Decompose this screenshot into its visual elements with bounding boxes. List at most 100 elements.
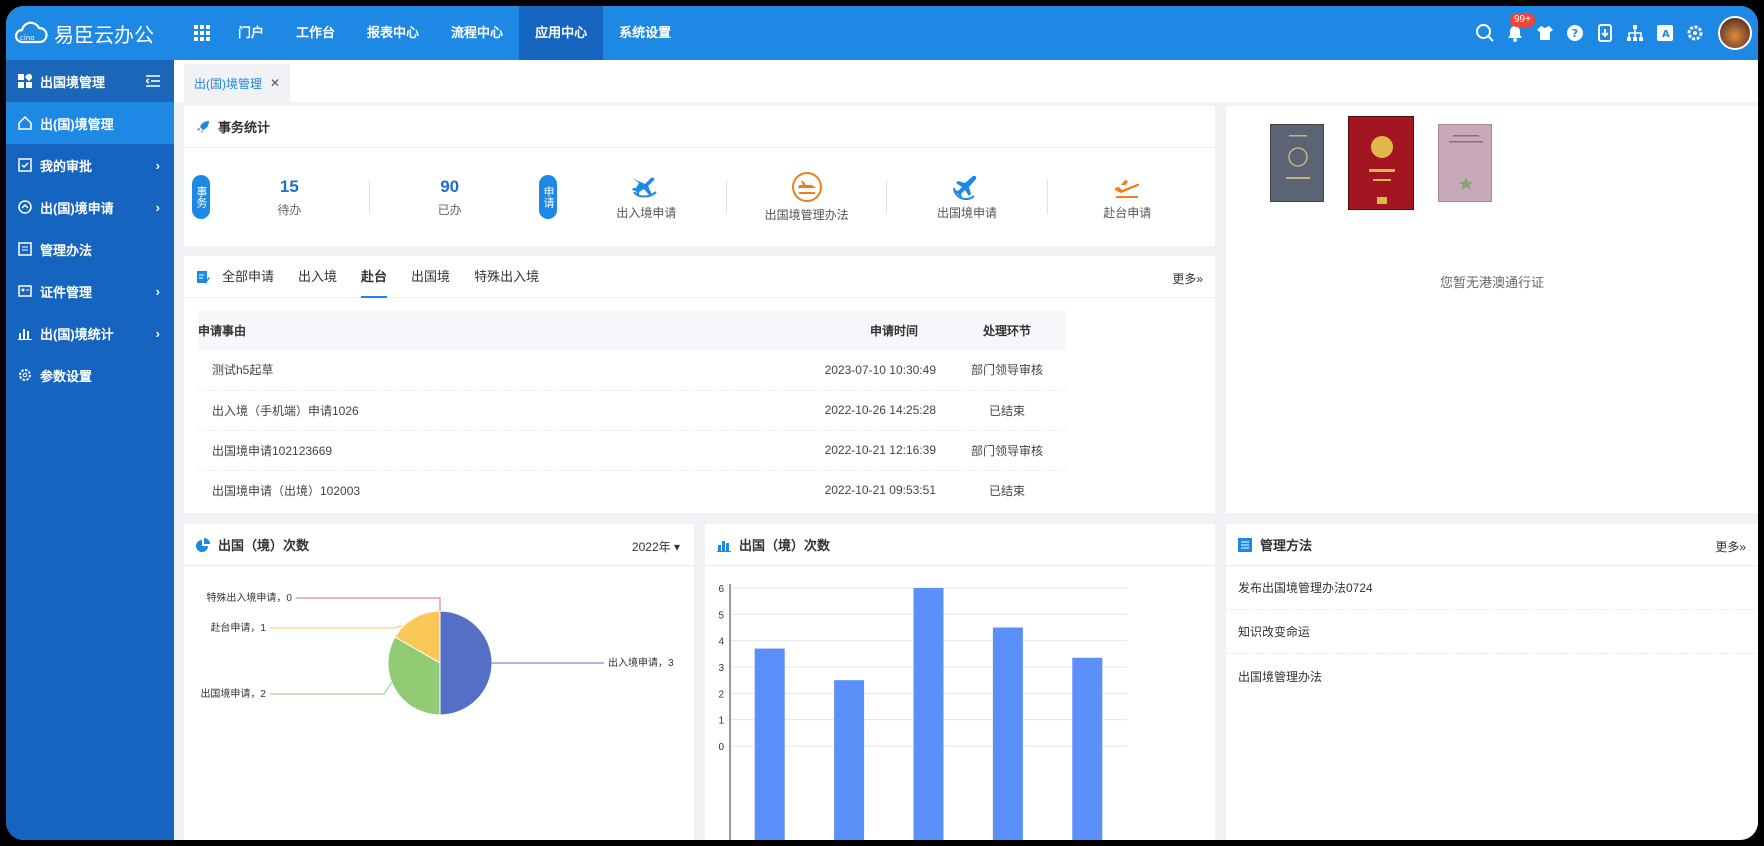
nav-app-center[interactable]: 应用中心 (519, 6, 604, 60)
top-icons: 99+ ? A (1470, 6, 1752, 60)
sidebar-item-rules[interactable]: 管理办法 (6, 228, 174, 270)
cloud-logo-icon: cino (14, 21, 48, 44)
done-stat[interactable]: 90 已办 (370, 177, 529, 218)
sidebar-item-label: 出(国)境管理 (40, 116, 114, 132)
sidebar: 出国境管理 出(国)境管理 我的审批 › 出(国)境申请 › 管理办法 证件管理… (6, 60, 174, 840)
settings-icon[interactable] (1680, 6, 1710, 60)
bar[interactable] (1072, 657, 1103, 840)
edit-list-icon (197, 270, 210, 283)
table-row[interactable]: 测试h5起草 2023-07-10 10:30:49 部门领导审核 (198, 350, 1066, 391)
more-link[interactable]: 更多» (1715, 538, 1746, 555)
exit-apply-shortcut[interactable]: 出国境申请 (887, 174, 1046, 221)
taiwan-apply-shortcut[interactable]: 赴台申请 (1048, 174, 1207, 221)
sidebar-item-management[interactable]: 出(国)境管理 (6, 102, 174, 144)
sidebar-item-approvals[interactable]: 我的审批 › (6, 144, 174, 186)
list-item[interactable]: 出国境管理办法 (1226, 654, 1758, 698)
bar-chart-header: 出国（境）次数 (705, 524, 1215, 566)
help-icon[interactable]: ? (1560, 6, 1590, 60)
list-item[interactable]: 知识改变命运 (1226, 610, 1758, 654)
bar-chart-title: 出国（境）次数 (739, 538, 831, 553)
sidebar-item-parameters[interactable]: 参数设置 (6, 354, 174, 396)
page-tab-bar: 出(国)境管理 ✕ (174, 60, 1758, 102)
passport-image (1348, 116, 1414, 210)
cell-time: 2022-10-21 09:53:51 (824, 483, 936, 498)
nav-reports[interactable]: 报表中心 (351, 6, 435, 60)
tab-all[interactable]: 全部申请 (210, 256, 286, 298)
chevron-right-icon: › (155, 199, 160, 215)
app-label: 出国境申请 (936, 205, 997, 220)
tab-special[interactable]: 特殊出入境 (462, 256, 551, 298)
logo[interactable]: cino 易臣云办公 (6, 19, 176, 48)
cell-reason: 出国境申请102123669 (198, 430, 758, 471)
tab-abroad[interactable]: 出国境 (399, 256, 462, 298)
nav-workflow[interactable]: 流程中心 (435, 6, 519, 60)
tab-entry-exit[interactable]: 出入境 (286, 256, 349, 298)
org-chart-icon[interactable] (1620, 6, 1650, 60)
app-label: 出国境管理办法 (764, 207, 849, 222)
table-row[interactable]: 出国境申请（出境）102003 2022-10-21 09:53:51 已结束 (198, 470, 1066, 510)
tab-taiwan[interactable]: 赴台 (349, 256, 399, 298)
document-icon (18, 242, 32, 256)
todo-stat[interactable]: 15 待办 (210, 177, 369, 218)
bar[interactable] (992, 627, 1023, 841)
pie-slice[interactable] (439, 610, 493, 716)
y-tick-label: 6 (718, 584, 724, 595)
app-screen: cino 易臣云办公 门户 工作台 报表中心 流程中心 应用中心 系统设置 99… (6, 6, 1758, 840)
sidebar-item-apply[interactable]: 出(国)境申请 › (6, 186, 174, 228)
sidebar-item-label: 我的审批 (40, 158, 93, 174)
nav-portal[interactable]: 门户 (222, 6, 280, 60)
sidebar-item-label: 管理办法 (40, 242, 93, 258)
pie-label: 出入境申请，3 (608, 656, 674, 669)
bar[interactable] (913, 588, 944, 840)
table-row[interactable]: 出国境申请102123669 2022-10-21 12:16:39 部门领导审… (198, 430, 1066, 471)
search-icon[interactable] (1470, 6, 1500, 60)
nav-workbench[interactable]: 工作台 (280, 6, 351, 60)
airplane-globe-icon (952, 175, 977, 200)
apps-grid-icon[interactable] (182, 6, 222, 60)
sidebar-item-statistics[interactable]: 出(国)境统计 › (6, 312, 174, 354)
rocket-icon (197, 120, 209, 133)
collapse-menu-icon[interactable] (146, 75, 160, 87)
affairs-pill: 事务 (192, 175, 210, 219)
application-tabs: 全部申请 出入境 赴台 出国境 特殊出入境 更多» (184, 256, 1215, 298)
user-avatar[interactable] (1718, 16, 1752, 50)
close-icon[interactable]: ✕ (270, 76, 280, 90)
sidebar-item-label: 出(国)境申请 (40, 200, 114, 216)
entry-exit-apply-shortcut[interactable]: 出入境申请 (567, 174, 726, 221)
todo-count: 15 (279, 176, 299, 196)
table-header-row: 申请事由 申请时间 处理环节 (198, 310, 1066, 350)
home-icon (18, 116, 32, 130)
sidebar-item-certificates[interactable]: 证件管理 › (6, 270, 174, 312)
affairs-label: 事务 (194, 186, 207, 208)
app-name: 易臣云办公 (54, 24, 154, 47)
methods-title: 管理方法 (1260, 538, 1313, 553)
year-selector[interactable]: 2022年 ▾ (632, 538, 680, 555)
done-label: 已办 (437, 202, 462, 217)
window-frame: cino 易臣云办公 门户 工作台 报表中心 流程中心 应用中心 系统设置 99… (0, 0, 1764, 846)
stats-header: 事务统计 (184, 106, 1215, 148)
cell-time: 2022-10-26 14:25:28 (758, 390, 948, 431)
list-item[interactable]: 发布出国境管理办法0724 (1226, 566, 1758, 610)
exit-rules-shortcut[interactable]: 出国境管理办法 (727, 171, 886, 223)
list-icon (1238, 537, 1252, 552)
bar[interactable] (834, 680, 865, 840)
cell-stage: 已结束 (948, 390, 1066, 431)
more-link[interactable]: 更多» (1172, 270, 1203, 287)
nav-system-settings[interactable]: 系统设置 (603, 6, 687, 60)
shirt-icon[interactable] (1530, 6, 1560, 60)
app-label: 赴台申请 (1103, 205, 1152, 220)
bar[interactable] (754, 648, 785, 840)
bell-icon[interactable]: 99+ (1500, 6, 1535, 60)
chevron-right-icon: › (155, 157, 160, 173)
y-tick-label: 1 (718, 716, 724, 727)
pie-chart-card: 出国（境）次数 2022年 ▾ 出入境申请，3 出国境申请，2 赴台申请，1 特殊出入… (184, 524, 694, 840)
bar-chart-icon (717, 540, 731, 552)
page-tab[interactable]: 出(国)境管理 ✕ (184, 64, 291, 102)
download-icon[interactable] (1590, 6, 1620, 60)
table-row[interactable]: 出入境（手机端）申请1026 2022-10-26 14:25:28 已结束 (198, 390, 1066, 431)
travel-permit-image (1270, 124, 1324, 202)
cell-reason: 出入境（手机端）申请1026 (198, 390, 758, 431)
translate-icon[interactable]: A (1650, 6, 1680, 60)
y-tick-label: 2 (718, 689, 724, 700)
stats-title: 事务统计 (218, 120, 271, 135)
